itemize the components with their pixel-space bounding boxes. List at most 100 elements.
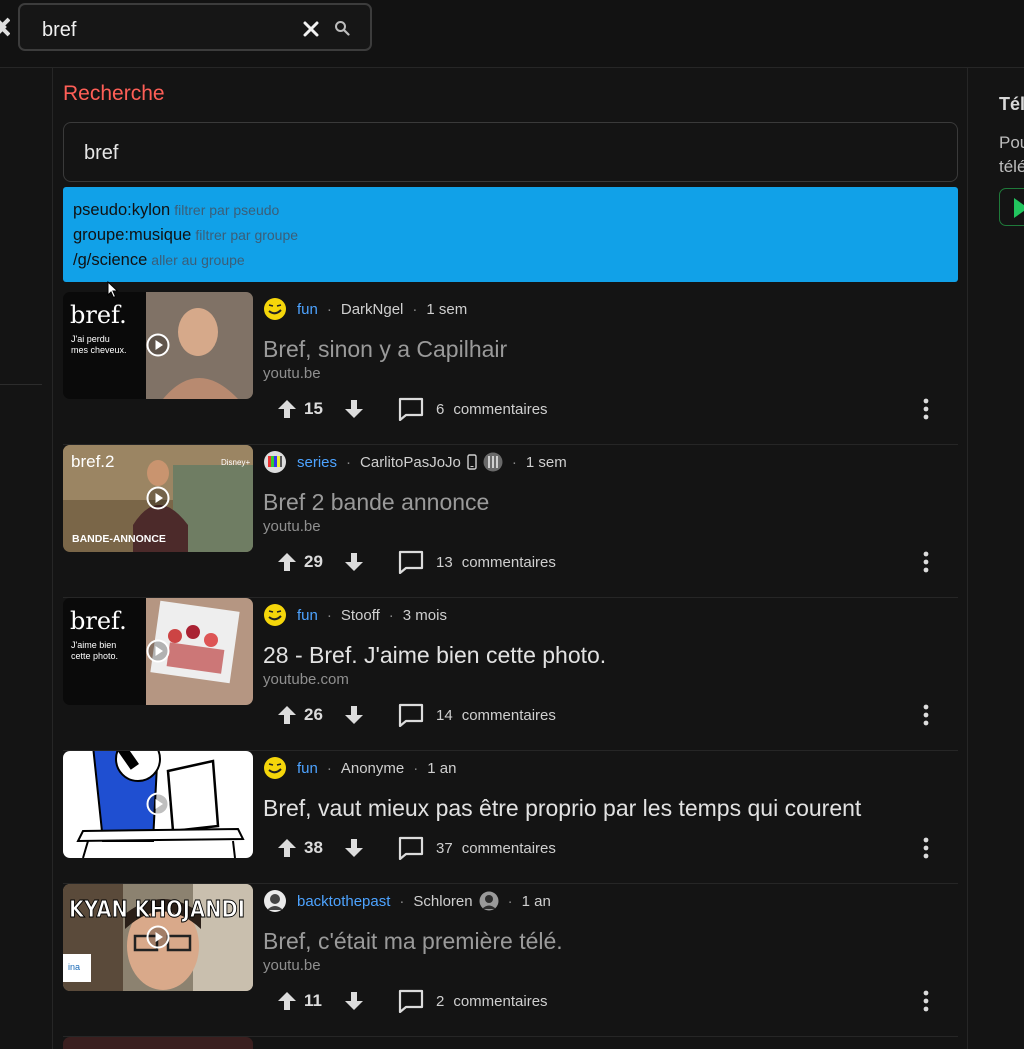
user-avatar[interactable] [483, 452, 503, 472]
post-title[interactable]: Bref, vaut mieux pas être proprio par le… [263, 795, 861, 822]
vote-count: 38 [304, 838, 323, 857]
post-thumbnail[interactable]: bref.2 BANDE-ANNONCE Disney+ [63, 445, 253, 552]
downvote-icon[interactable] [344, 552, 364, 572]
close-icon[interactable] [303, 21, 319, 37]
post-group[interactable]: backtothepast [297, 893, 390, 910]
comments-link[interactable]: 13 commentaires [398, 550, 556, 574]
post-domain[interactable]: youtu.be [263, 365, 321, 382]
post-thumbnail-partial[interactable] [63, 1037, 253, 1049]
post-time: 1 an [521, 892, 551, 910]
post-author[interactable]: DarkNgel [341, 301, 404, 318]
comment-label: commentaires [461, 706, 556, 724]
top-search-input[interactable]: bref [42, 19, 76, 42]
play-icon [146, 486, 170, 510]
suggestion-label: pseudo:kylon [73, 201, 171, 219]
vote-count: 29 [304, 552, 323, 571]
post-group[interactable]: series [297, 454, 337, 471]
comment-icon [398, 550, 424, 574]
thumb-text: mes cheveux. [71, 345, 127, 355]
downvote-icon[interactable] [344, 705, 364, 725]
post-thumbnail[interactable]: bref. J'aime bien cette photo. [63, 598, 253, 705]
suggestion-item[interactable]: /g/science aller au groupe [63, 251, 958, 276]
play-store-button[interactable] [999, 188, 1024, 226]
more-options-icon[interactable] [920, 990, 932, 1012]
post-thumbnail[interactable]: bref. J'ai perdu mes cheveux. [63, 292, 253, 399]
group-avatar-fun[interactable] [263, 756, 287, 780]
divider [0, 384, 42, 385]
post-domain[interactable]: youtu.be [263, 518, 321, 535]
post-thumbnail[interactable] [63, 751, 253, 858]
suggestion-item[interactable]: groupe:musique filtrer par groupe [63, 226, 958, 251]
post-actions: 29 13 commentaires [277, 549, 556, 575]
user-avatar[interactable] [479, 891, 499, 911]
comments-link[interactable]: 2 commentaires [398, 989, 548, 1013]
post-author[interactable]: Stooff [341, 607, 380, 624]
search-field-value[interactable]: bref [84, 142, 118, 165]
post-author[interactable]: Anonyme [341, 760, 404, 777]
group-avatar-fun[interactable] [263, 297, 287, 321]
top-bar: bref [0, 0, 1024, 68]
post-title[interactable]: Bref, sinon y a Capilhair [263, 336, 507, 363]
post-meta: fun · DarkNgel · 1 sem [263, 297, 467, 321]
suggestion-hint: filtrer par pseudo [174, 202, 280, 218]
group-avatar-fun[interactable] [263, 603, 287, 627]
upvote-icon[interactable] [277, 991, 297, 1011]
comments-link[interactable]: 37 commentaires [398, 836, 556, 860]
thumb-text: BANDE-ANNONCE [72, 533, 166, 545]
more-options-icon[interactable] [920, 551, 932, 573]
comments-link[interactable]: 6 commentaires [398, 397, 548, 421]
post-domain[interactable]: youtube.com [263, 671, 349, 688]
separator-dot: · [413, 759, 419, 777]
thumb-text: cette photo. [71, 651, 118, 661]
downvote-icon[interactable] [344, 838, 364, 858]
comments-link[interactable]: 14 commentaires [398, 703, 556, 727]
thumb-text: bref. [70, 301, 127, 329]
post-meta: fun · Stooff · 3 mois [263, 603, 447, 627]
post-author[interactable]: Schloren [413, 893, 472, 910]
upvote-icon[interactable] [277, 552, 297, 572]
comment-icon [398, 397, 424, 421]
upvote-icon[interactable] [277, 705, 297, 725]
suggestion-label: groupe:musique [73, 226, 192, 244]
downvote-icon[interactable] [344, 399, 364, 419]
left-sidebar [0, 68, 53, 1049]
suggestion-item[interactable]: pseudo:kylon filtrer par pseudo [63, 201, 958, 226]
right-sidebar-text: Pou télé [999, 131, 1024, 179]
post-item: bref.2 BANDE-ANNONCE Disney+ series · Ca… [63, 445, 958, 598]
post-title[interactable]: Bref 2 bande annonce [263, 489, 489, 516]
comment-count: 2 [436, 992, 445, 1010]
play-icon [146, 925, 170, 949]
post-item: fun · Anonyme · 1 an Bref, vaut mieux pa… [63, 751, 958, 884]
post-domain[interactable]: youtu.be [263, 957, 321, 974]
upvote-icon[interactable] [277, 399, 297, 419]
more-options-icon[interactable] [920, 398, 932, 420]
post-thumbnail[interactable]: KYAN KHOJANDI ina [63, 884, 253, 991]
group-avatar-series[interactable] [263, 450, 287, 474]
page-title: Recherche [63, 82, 165, 105]
thumb-text: J'aime bien [71, 640, 116, 650]
play-icon [146, 333, 170, 357]
group-avatar-backtothepast[interactable] [263, 889, 287, 913]
post-item: bref. J'ai perdu mes cheveux. fun · Dark… [63, 292, 958, 445]
post-group[interactable]: fun [297, 607, 318, 624]
post-time: 3 mois [402, 606, 447, 624]
logo[interactable] [0, 16, 10, 38]
more-options-icon[interactable] [920, 704, 932, 726]
search-field[interactable]: bref [63, 122, 958, 182]
search-icon[interactable] [334, 20, 350, 36]
post-title[interactable]: 28 - Bref. J'aime bien cette photo. [263, 642, 606, 669]
post-title[interactable]: Bref, c'était ma première télé. [263, 928, 563, 955]
comment-icon [398, 703, 424, 727]
right-sidebar-text-line1: Pou [999, 133, 1024, 152]
upvote-icon[interactable] [277, 838, 297, 858]
post-time: 1 sem [426, 300, 468, 318]
top-search-box[interactable]: bref [18, 3, 372, 51]
post-group[interactable]: fun [297, 301, 318, 318]
thumb-text: bref.2 [71, 452, 114, 471]
post-author[interactable]: CarlitoPasJoJo [360, 454, 461, 471]
downvote-icon[interactable] [344, 991, 364, 1011]
more-options-icon[interactable] [920, 837, 932, 859]
post-group[interactable]: fun [297, 760, 318, 777]
right-sidebar-title: Tél [999, 94, 1024, 114]
thumb-text: ina [68, 962, 80, 972]
